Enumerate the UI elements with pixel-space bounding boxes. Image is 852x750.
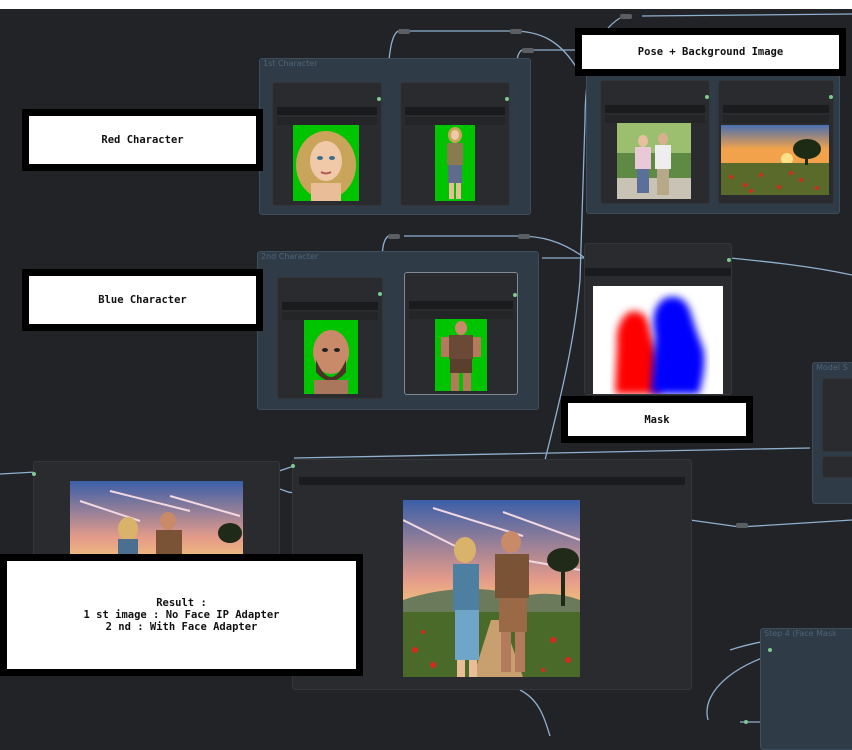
link-dot bbox=[744, 720, 748, 724]
label-mask: Mask bbox=[561, 396, 753, 443]
blue-character-body-image bbox=[435, 319, 487, 391]
label-red-character: Red Character bbox=[22, 109, 263, 171]
model-settings-node[interactable] bbox=[822, 456, 852, 478]
blue-character-face-image bbox=[304, 320, 358, 394]
group-title: 1st Character bbox=[263, 59, 318, 68]
mask-image bbox=[593, 286, 723, 394]
result-image-2 bbox=[403, 500, 580, 677]
reroute-node[interactable] bbox=[388, 234, 400, 239]
load-image-node-pose[interactable] bbox=[600, 80, 710, 204]
load-image-node-blue-body[interactable] bbox=[404, 272, 518, 395]
red-character-body-image bbox=[435, 125, 475, 201]
label-text: Red Character bbox=[29, 116, 256, 164]
load-image-node-blue-face[interactable] bbox=[277, 277, 383, 399]
load-image-node-red-body[interactable] bbox=[400, 82, 510, 206]
link-dot bbox=[768, 648, 772, 652]
group-step4-face-mask[interactable]: Step 4 (Face Mask bbox=[760, 628, 852, 750]
pose-reference-image bbox=[617, 123, 691, 199]
result-image-1 bbox=[70, 481, 243, 562]
group-title: Model S bbox=[816, 363, 848, 372]
reroute-node[interactable] bbox=[522, 48, 534, 53]
load-image-node-red-face[interactable] bbox=[272, 82, 382, 206]
label-pose-background: Pose + Background Image bbox=[575, 28, 846, 76]
group-title: 2nd Character bbox=[261, 252, 319, 261]
load-image-node-background[interactable] bbox=[718, 80, 834, 204]
label-text: Result : 1 st image : No Face IP Adapter… bbox=[7, 561, 356, 669]
reroute-node[interactable] bbox=[398, 29, 410, 34]
label-text: Pose + Background Image bbox=[582, 35, 839, 69]
label-text: Mask bbox=[568, 403, 746, 436]
label-text: Blue Character bbox=[29, 276, 256, 324]
model-settings-node[interactable] bbox=[822, 378, 852, 452]
red-character-face-image bbox=[293, 125, 359, 201]
reroute-node[interactable] bbox=[620, 14, 632, 19]
background-image bbox=[721, 125, 829, 195]
group-title: Step 4 (Face Mask bbox=[764, 629, 837, 638]
reroute-node[interactable] bbox=[510, 29, 522, 34]
preview-image-node-no-face-adapter[interactable] bbox=[32, 461, 280, 563]
label-blue-character: Blue Character bbox=[22, 269, 263, 331]
mask-preview-node[interactable] bbox=[584, 243, 732, 395]
label-result: Result : 1 st image : No Face IP Adapter… bbox=[0, 554, 363, 676]
reroute-node[interactable] bbox=[736, 523, 748, 528]
reroute-node[interactable] bbox=[518, 234, 530, 239]
